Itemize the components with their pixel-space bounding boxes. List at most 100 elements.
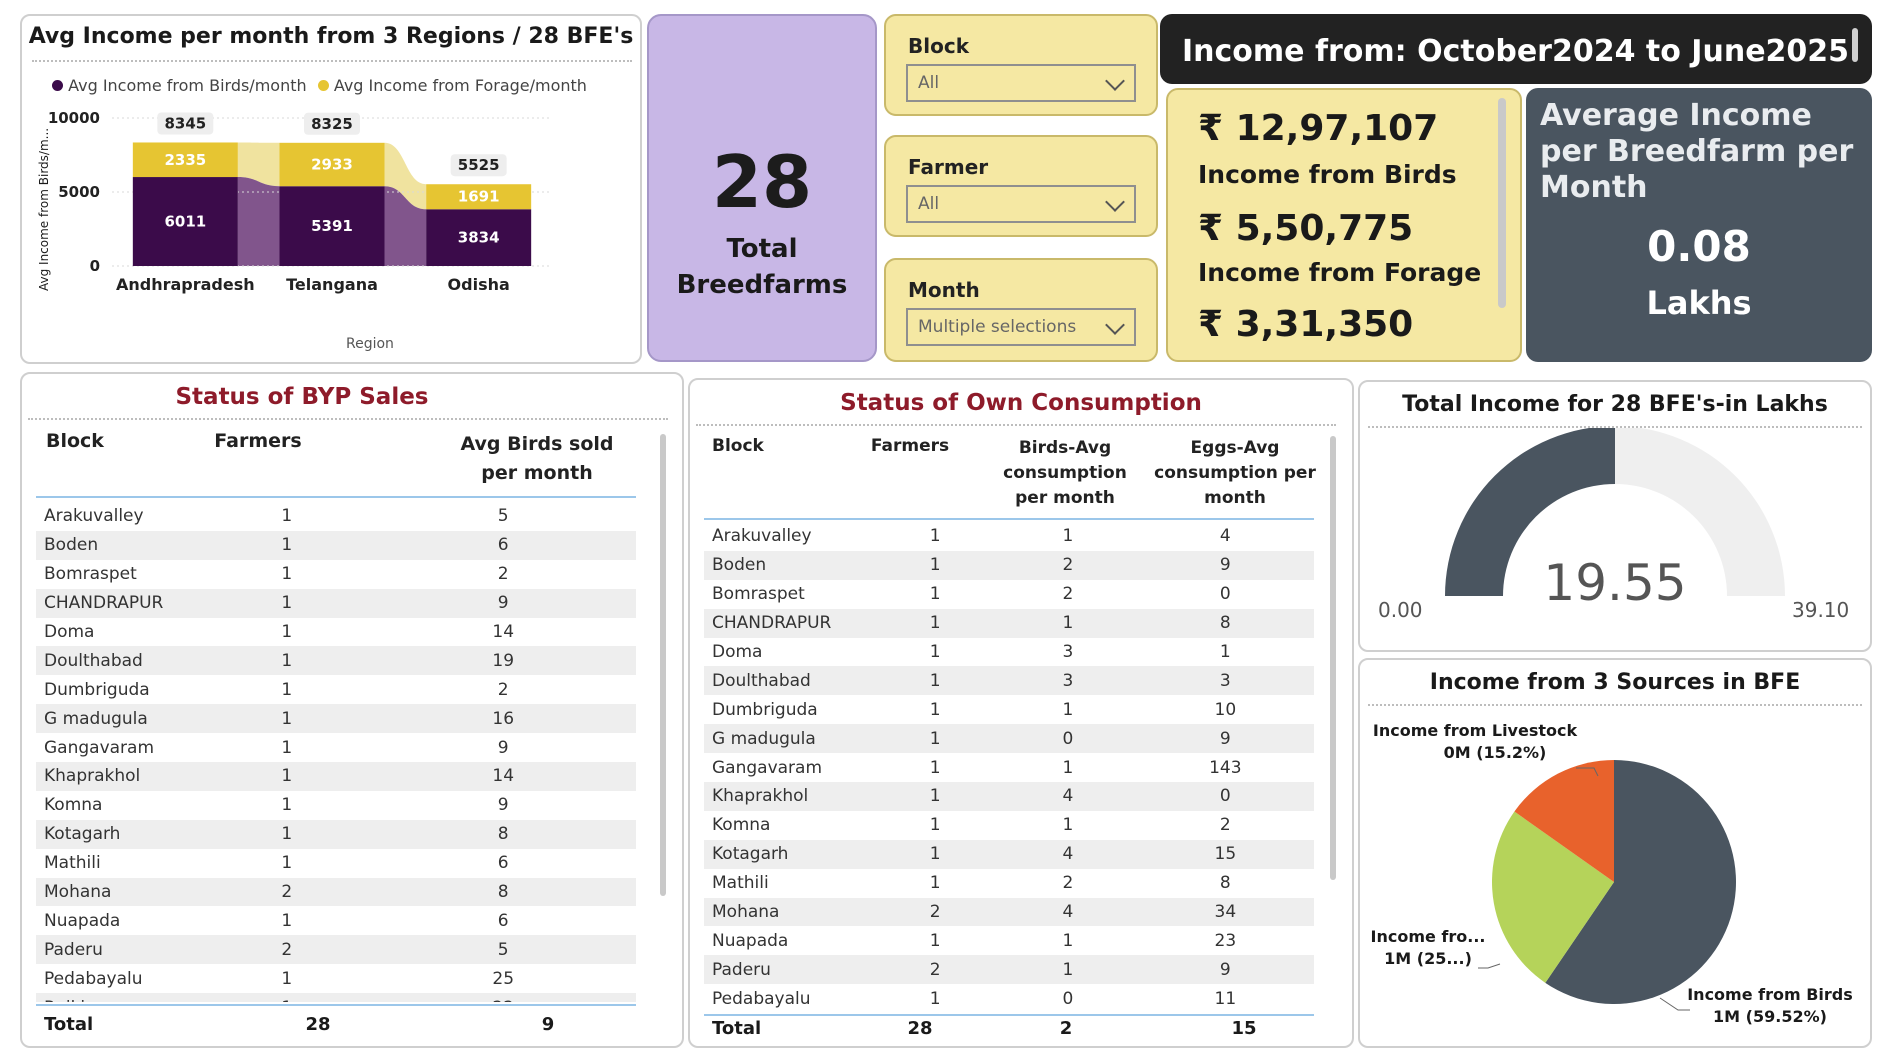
block-dropdown[interactable]: All bbox=[906, 64, 1136, 102]
table-row[interactable]: Khaprakhol 1 14 bbox=[36, 762, 636, 791]
table-row[interactable]: Pedabayalu 1 25 bbox=[36, 964, 636, 993]
table-row[interactable]: Arakuvalley 1 1 4 bbox=[704, 522, 1314, 551]
avg-income-unit: Lakhs bbox=[1646, 284, 1752, 322]
legend-marker-forage bbox=[317, 80, 329, 91]
table-cell: 1 bbox=[929, 642, 941, 662]
own-consumption-title: Status of Own Consumption bbox=[840, 390, 1202, 416]
block-dropdown-value: All bbox=[918, 73, 940, 93]
table-cell: 3 bbox=[999, 666, 1137, 696]
table-row[interactable]: Paderu 2 1 9 bbox=[704, 955, 1314, 985]
table-row[interactable]: Arakuvalley 1 5 bbox=[36, 502, 636, 531]
region-bar-chart: 10000 5000 0 6011 2335 8345 Andhrapradesh 5391 2… bbox=[48, 109, 552, 294]
table-cell: Khaprakhol bbox=[704, 782, 872, 811]
table-cell: 1 bbox=[929, 815, 941, 836]
income-summary-card: ₹ 12,97,107 Income from Birds ₹ 5,50,775… bbox=[1166, 88, 1522, 362]
total-label: 8325 bbox=[311, 115, 353, 133]
oc-header-block[interactable]: Block bbox=[712, 436, 764, 456]
table-row[interactable]: Khaprakhol 1 4 0 bbox=[704, 782, 1314, 811]
table-row[interactable]: Kotagarh 1 4 15 bbox=[704, 839, 1314, 869]
table-cell: 1 bbox=[281, 795, 293, 816]
table-cell: 1 bbox=[999, 608, 1137, 638]
table-row[interactable]: Mohana 2 4 34 bbox=[704, 897, 1314, 927]
table-cell: 4 bbox=[999, 897, 1137, 927]
table-row[interactable]: Komna 1 1 2 bbox=[704, 811, 1314, 840]
table-cell: 8 bbox=[1136, 608, 1314, 638]
table-row[interactable]: Doulthabad 1 3 3 bbox=[704, 666, 1314, 696]
table-cell: 8 bbox=[1219, 873, 1231, 894]
forage-income-value: ₹ 5,50,775 bbox=[1198, 208, 1414, 249]
oc-header-birds-avg[interactable]: Birds-Avg consumption per month bbox=[990, 436, 1140, 511]
block-slicer: Block All bbox=[884, 14, 1158, 116]
table-row[interactable]: Paderu 2 5 bbox=[36, 935, 636, 965]
byp-sales-card: Status of BYP Sales Block Farmers Avg Bi… bbox=[20, 372, 684, 1048]
avg-income-card: Average Income per Breedfarm per Month 0… bbox=[1526, 88, 1872, 362]
table-row[interactable]: Doulthabad 1 19 bbox=[36, 646, 636, 676]
table-cell: 5 bbox=[497, 506, 509, 527]
table-row[interactable]: Boden 1 6 bbox=[36, 530, 636, 560]
month-dropdown[interactable]: Multiple selections bbox=[906, 308, 1136, 346]
scrollbar[interactable] bbox=[1852, 28, 1858, 62]
table-cell: 4 bbox=[999, 782, 1137, 811]
table-cell: 25 bbox=[492, 968, 515, 989]
table-cell: CHANDRAPUR bbox=[704, 608, 872, 638]
table-row[interactable]: Dumbriguda 1 2 bbox=[36, 675, 636, 704]
table-row[interactable]: Nuapada 1 1 23 bbox=[704, 926, 1314, 955]
own-consumption-table: Arakuvalley 1 1 4 Boden 1 2 9 Bomraspet 1 2 0 CHANDR… bbox=[704, 522, 1314, 1013]
table-row[interactable]: Doma 1 14 bbox=[36, 618, 636, 647]
table-cell: 9 bbox=[1136, 550, 1314, 580]
farmer-dropdown[interactable]: All bbox=[906, 185, 1136, 223]
table-cell: 143 bbox=[1209, 757, 1242, 778]
oc-header-farmers[interactable]: Farmers bbox=[860, 436, 960, 456]
table-cell: Raikia bbox=[36, 993, 204, 1002]
table-row[interactable]: Raikia122 bbox=[36, 993, 636, 1002]
chevron-down-icon bbox=[1105, 315, 1125, 335]
table-row[interactable]: Mathili 1 6 bbox=[36, 849, 636, 878]
pie-label-livestock-line1: Income from Livestock bbox=[1372, 721, 1578, 740]
table-cell: 1 bbox=[281, 968, 293, 989]
table-row[interactable]: Bomraspet 1 2 0 bbox=[704, 580, 1314, 609]
table-row[interactable]: Nuapada 1 6 bbox=[36, 906, 636, 935]
table-cell: Bomraspet bbox=[44, 564, 137, 585]
month-slicer-label: Month bbox=[908, 278, 980, 302]
table-row[interactable]: Mohana 2 8 bbox=[36, 877, 636, 907]
table-row[interactable]: Mathili 1 2 8 bbox=[704, 869, 1314, 898]
table-cell: 15 bbox=[1136, 839, 1314, 869]
table-row[interactable]: G madugula 1 16 bbox=[36, 704, 636, 734]
table-row[interactable]: Kotagarh 1 8 bbox=[36, 819, 636, 849]
table-row[interactable]: Boden 1 2 9 bbox=[704, 550, 1314, 580]
table-row[interactable]: Bomraspet 1 2 bbox=[36, 560, 636, 589]
table-row[interactable]: Pedabayalu 1 0 11 bbox=[704, 984, 1314, 1013]
table-row[interactable]: CHANDRAPUR 1 9 bbox=[36, 588, 636, 618]
table-cell: Doulthabad bbox=[704, 666, 872, 696]
scrollbar[interactable] bbox=[660, 434, 666, 896]
table-cell: 8 bbox=[370, 877, 636, 907]
oc-header-eggs-avg[interactable]: Eggs-Avg consumption per month bbox=[1150, 436, 1320, 511]
table-row[interactable]: Gangavaram 1 1 143 bbox=[704, 753, 1314, 782]
byp-header-farmers[interactable]: Farmers bbox=[198, 430, 318, 452]
byp-total-farmers: 28 bbox=[305, 1014, 331, 1035]
scrollbar[interactable] bbox=[1330, 436, 1336, 880]
chevron-down-icon bbox=[1105, 192, 1125, 212]
table-row[interactable]: Doma 1 3 1 bbox=[704, 638, 1314, 667]
own-consumption-card: Status of Own Consumption Block Farmers … bbox=[688, 378, 1354, 1048]
table-cell: 9 bbox=[497, 737, 509, 758]
total-underline bbox=[704, 1014, 1314, 1016]
table-cell: 2 bbox=[999, 550, 1137, 580]
table-row[interactable]: CHANDRAPUR 1 1 8 bbox=[704, 608, 1314, 638]
table-cell: 1 bbox=[281, 853, 293, 874]
pie-label-livestock: Income from Livestock 0M (15.2%) bbox=[1370, 720, 1580, 764]
table-row[interactable]: Komna 1 9 bbox=[36, 791, 636, 820]
region-chart-card: Avg Income per month from 3 Regions / 28… bbox=[20, 14, 642, 364]
x-tick-label: Andhrapradesh bbox=[116, 275, 255, 294]
scrollbar[interactable] bbox=[1498, 98, 1506, 308]
table-cell: 0 bbox=[999, 724, 1137, 754]
table-cell: 1 bbox=[871, 724, 1000, 754]
table-row[interactable]: Gangavaram 1 9 bbox=[36, 733, 636, 762]
table-row[interactable]: G madugula 1 0 9 bbox=[704, 724, 1314, 754]
table-row[interactable]: Dumbriguda 1 1 10 bbox=[704, 695, 1314, 724]
byp-header-block[interactable]: Block bbox=[46, 430, 104, 452]
gauge-max-label: 39.10 bbox=[1792, 598, 1850, 622]
byp-header-avg-birds[interactable]: Avg Birds sold per month bbox=[452, 430, 622, 488]
region-chart-title: Avg Income per month from 3 Regions / 28… bbox=[28, 24, 634, 49]
table-cell: 3 bbox=[1062, 642, 1074, 662]
